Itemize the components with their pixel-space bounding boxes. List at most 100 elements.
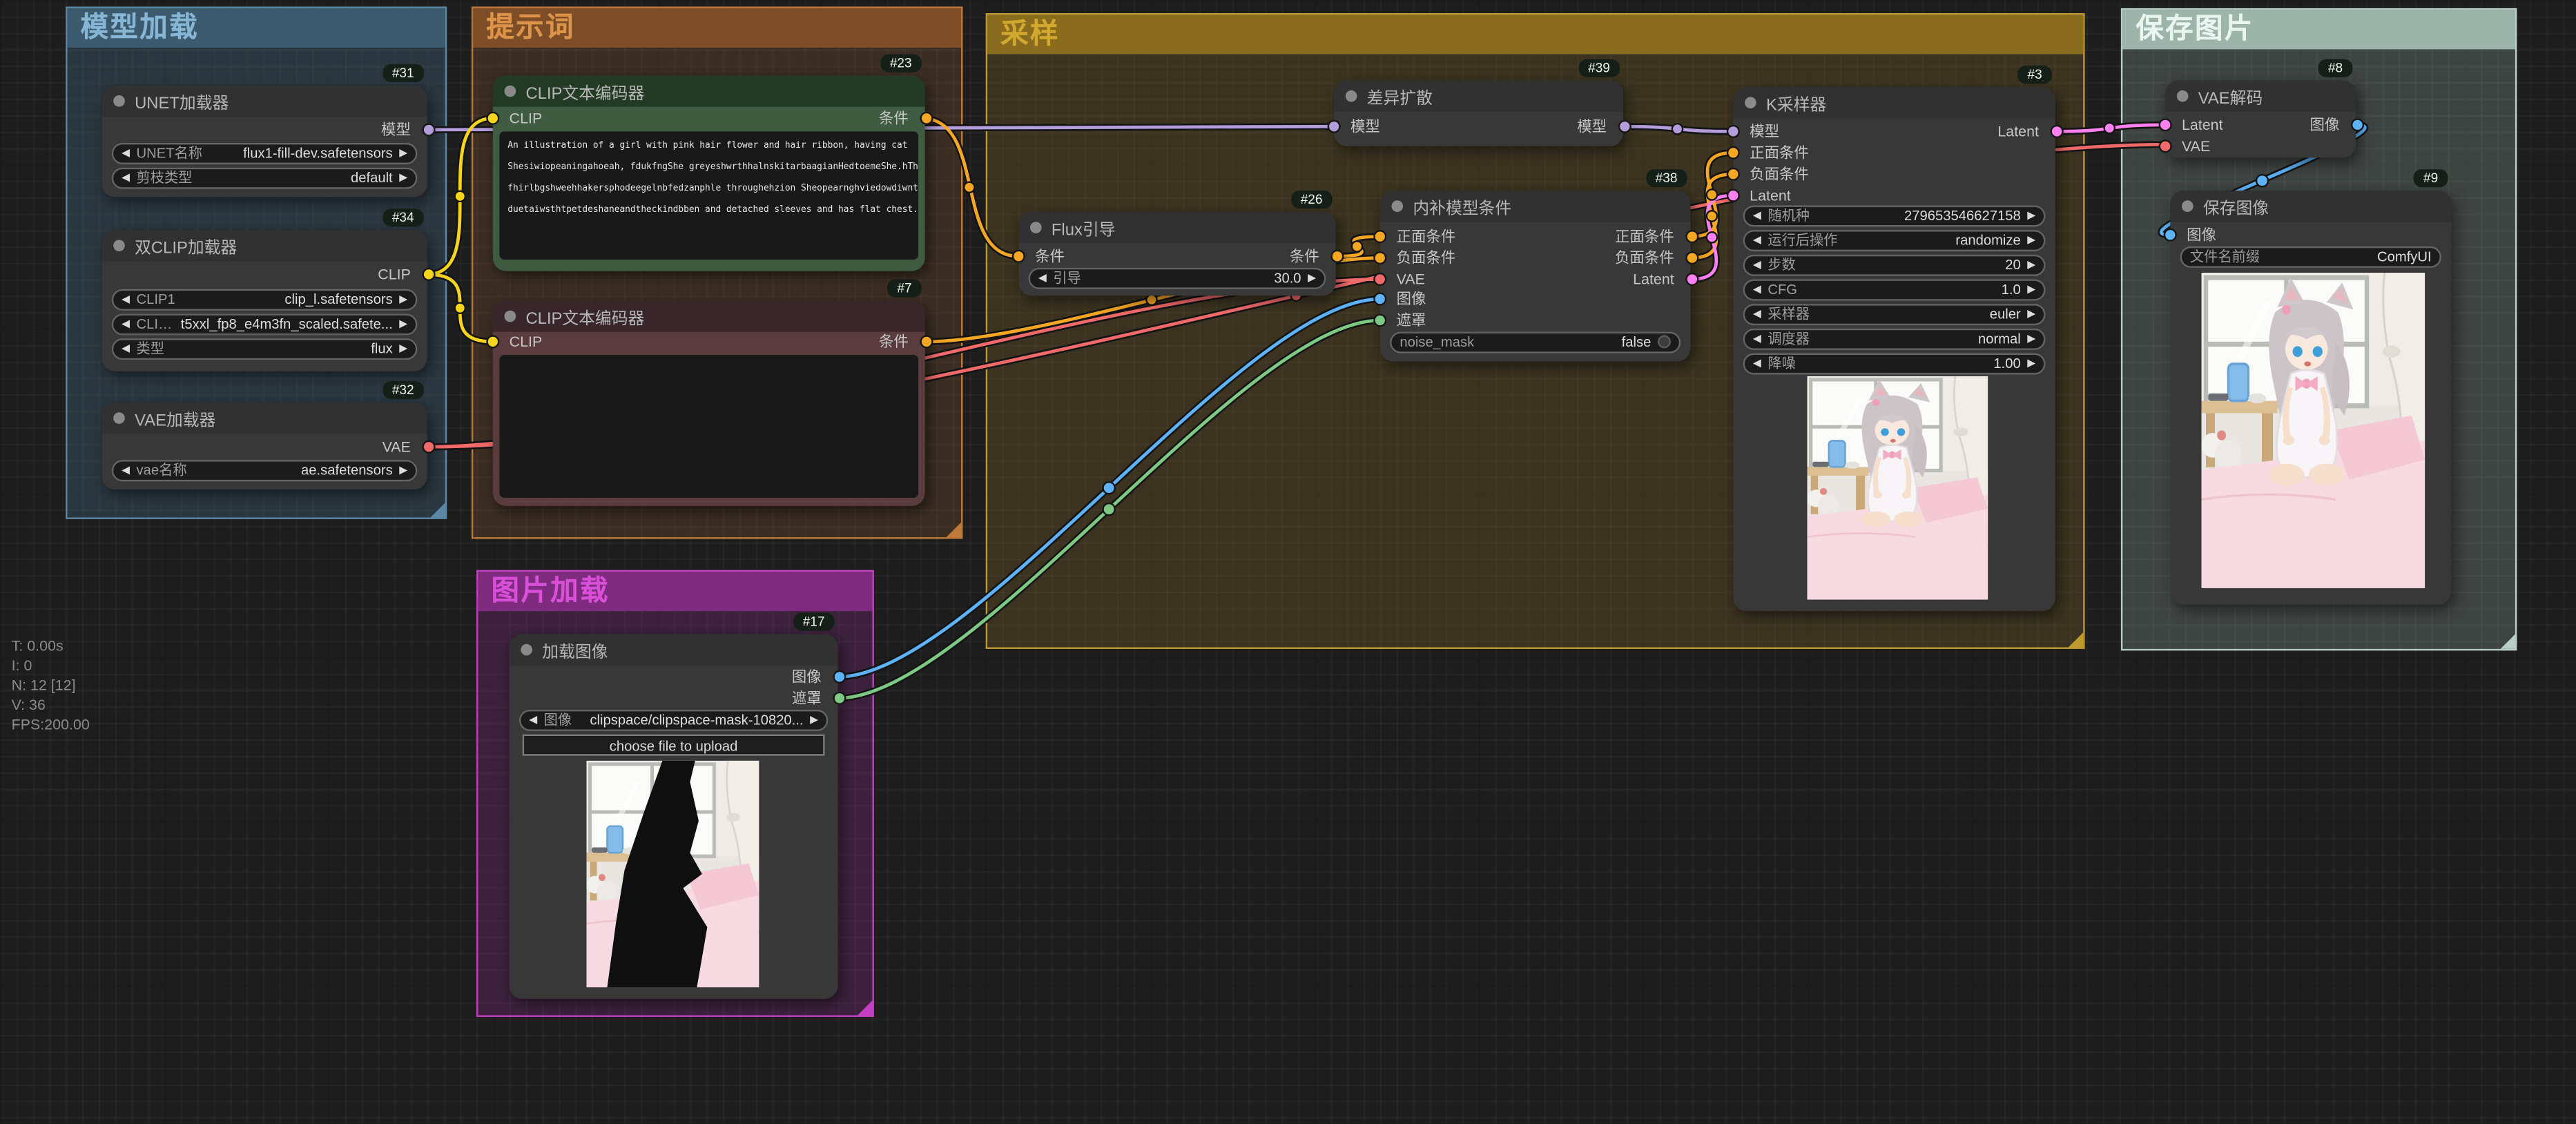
image-port-icon[interactable]: [2350, 118, 2363, 131]
collapse-dot-icon[interactable]: [113, 95, 125, 107]
node-inpaint-model-conditioning[interactable]: #38 内补模型条件 正面条件 负面条件 VAE 图像 遮罩 正面条件 负面条件…: [1380, 191, 1691, 361]
widget-sampler-name[interactable]: ◀ 采样器 euler ▶: [1743, 303, 2046, 324]
arrow-left-icon[interactable]: ◀: [122, 146, 130, 159]
node-header[interactable]: K采样器: [1733, 87, 2055, 118]
arrow-right-icon[interactable]: ▶: [2027, 332, 2035, 345]
group-title[interactable]: 模型加载: [68, 8, 445, 48]
arrow-left-icon[interactable]: ◀: [122, 463, 130, 476]
arrow-right-icon[interactable]: ▶: [399, 293, 407, 306]
collapse-dot-icon[interactable]: [2182, 200, 2194, 212]
node-header[interactable]: CLIP文本编码器: [493, 75, 925, 106]
collapse-dot-icon[interactable]: [1745, 97, 1756, 108]
widget-scheduler[interactable]: ◀ 调度器 normal ▶: [1743, 328, 2046, 349]
node-header[interactable]: 双CLIP加载器: [102, 230, 427, 261]
arrow-right-icon[interactable]: ▶: [2027, 209, 2035, 222]
arrow-right-icon[interactable]: ▶: [2027, 258, 2035, 271]
arrow-right-icon[interactable]: ▶: [2027, 233, 2035, 246]
node-ksampler[interactable]: #3 K采样器 模型 正面条件 负面条件 Latent Latent ◀ 随机种…: [1733, 87, 2055, 611]
conditioning-port-icon[interactable]: [1330, 250, 1343, 263]
widget-weight-dtype[interactable]: ◀ 剪枝类型 default ▶: [112, 167, 418, 188]
node-header[interactable]: 差异扩散: [1334, 81, 1623, 112]
collapse-dot-icon[interactable]: [1030, 222, 1042, 233]
collapse-dot-icon[interactable]: [113, 412, 125, 424]
node-differential-diffusion[interactable]: #39 差异扩散 模型 模型: [1334, 81, 1623, 146]
arrow-left-icon[interactable]: ◀: [1753, 258, 1761, 271]
collapse-dot-icon[interactable]: [505, 311, 516, 322]
arrow-left-icon[interactable]: ◀: [1753, 307, 1761, 320]
widget-control-after-generate[interactable]: ◀ 运行后操作 randomize ▶: [1743, 229, 2046, 251]
arrow-right-icon[interactable]: ▶: [2027, 282, 2035, 295]
arrow-right-icon[interactable]: ▶: [399, 171, 407, 184]
collapse-dot-icon[interactable]: [113, 240, 125, 251]
mask-port-icon[interactable]: [832, 692, 845, 705]
arrow-left-icon[interactable]: ◀: [122, 171, 130, 184]
arrow-right-icon[interactable]: ▶: [399, 342, 407, 355]
arrow-left-icon[interactable]: ◀: [1753, 332, 1761, 345]
node-header[interactable]: VAE解码: [2165, 81, 2356, 112]
collapse-dot-icon[interactable]: [505, 86, 516, 97]
arrow-right-icon[interactable]: ▶: [399, 317, 407, 330]
node-header[interactable]: VAE加载器: [102, 403, 427, 434]
arrow-left-icon[interactable]: ◀: [122, 317, 130, 330]
node-vae-loader[interactable]: #32 VAE加载器 VAE ◀ vae名称 ae.safetensors ▶: [102, 403, 427, 490]
conditioning-port-icon[interactable]: [1685, 230, 1698, 243]
arrow-left-icon[interactable]: ◀: [122, 342, 130, 355]
collapse-dot-icon[interactable]: [1391, 200, 1403, 212]
arrow-left-icon[interactable]: ◀: [529, 713, 537, 726]
model-port-icon[interactable]: [1618, 120, 1631, 133]
widget-image-file[interactable]: ◀ 图像 clipspace/clipspace-mask-10820... ▶: [519, 709, 828, 730]
vae-port-icon[interactable]: [421, 440, 434, 454]
widget-clip-type[interactable]: ◀ 类型 flux ▶: [112, 338, 418, 359]
latent-port-icon[interactable]: [1685, 273, 1698, 286]
group-title[interactable]: 图片加载: [478, 572, 872, 611]
arrow-left-icon[interactable]: ◀: [1753, 282, 1761, 295]
widget-steps[interactable]: ◀ 步数 20 ▶: [1743, 254, 2046, 275]
node-clip-text-encode-negative[interactable]: #7 CLIP文本编码器 CLIP 条件: [493, 300, 925, 505]
node-header[interactable]: 加载图像: [510, 634, 838, 665]
group-title[interactable]: 保存图片: [2122, 10, 2515, 49]
widget-guidance[interactable]: ◀ 引导 30.0 ▶: [1029, 267, 1326, 289]
widget-vae-name[interactable]: ◀ vae名称 ae.safetensors ▶: [112, 459, 418, 481]
widget-filename-prefix[interactable]: 文件名前缀 ComfyUI: [2180, 246, 2441, 267]
node-header[interactable]: CLIP文本编码器: [493, 300, 925, 331]
widget-clip2[interactable]: ◀ CLIP2 t5xxl_fp8_e4m3fn_scaled.safete..…: [112, 313, 418, 334]
widget-seed[interactable]: ◀ 随机种 279653546627158 ▶: [1743, 204, 2046, 226]
group-title[interactable]: 提示词: [473, 8, 961, 48]
group-title[interactable]: 采样: [987, 14, 2083, 54]
arrow-right-icon[interactable]: ▶: [2027, 356, 2035, 369]
clip-port-icon[interactable]: [421, 268, 434, 281]
widget-clip1[interactable]: ◀ CLIP1 clip_l.safetensors ▶: [112, 289, 418, 310]
collapse-dot-icon[interactable]: [2177, 90, 2189, 102]
graph-canvas[interactable]: 模型加载 提示词 采样 图片加载 保存图片: [0, 0, 2576, 1123]
collapse-dot-icon[interactable]: [521, 644, 532, 656]
node-save-image[interactable]: #9 保存图像 图像 文件名前缀 ComfyUI: [2170, 191, 2451, 605]
node-unet-loader[interactable]: #31 UNET加载器 模型 ◀ UNET名称 flux1-fill-dev.s…: [102, 86, 427, 197]
latent-port-icon[interactable]: [2049, 125, 2062, 138]
node-header[interactable]: Flux引导: [1018, 212, 1335, 243]
arrow-right-icon[interactable]: ▶: [399, 146, 407, 159]
arrow-left-icon[interactable]: ◀: [1038, 271, 1047, 284]
widget-unet-name[interactable]: ◀ UNET名称 flux1-fill-dev.safetensors ▶: [112, 142, 418, 164]
node-flux-guidance[interactable]: #26 Flux引导 条件 条件 ◀ 引导 30.0 ▶: [1018, 212, 1335, 295]
prompt-textarea[interactable]: An illustration of a girl with pink hair…: [499, 131, 918, 260]
arrow-left-icon[interactable]: ◀: [1753, 356, 1761, 369]
arrow-right-icon[interactable]: ▶: [1308, 271, 1316, 284]
collapse-dot-icon[interactable]: [1346, 90, 1357, 102]
arrow-left-icon[interactable]: ◀: [122, 293, 130, 306]
arrow-right-icon[interactable]: ▶: [399, 463, 407, 476]
image-port-icon[interactable]: [832, 670, 845, 684]
widget-denoise[interactable]: ◀ 降噪 1.00 ▶: [1743, 352, 2046, 374]
arrow-left-icon[interactable]: ◀: [1753, 209, 1761, 222]
conditioning-port-icon[interactable]: [919, 112, 932, 125]
node-dualclip-loader[interactable]: #34 双CLIP加载器 CLIP ◀ CLIP1 clip_l.safeten…: [102, 230, 427, 371]
node-header[interactable]: 保存图像: [2170, 191, 2451, 222]
arrow-right-icon[interactable]: ▶: [810, 713, 818, 726]
prompt-textarea-empty[interactable]: [499, 355, 918, 498]
arrow-right-icon[interactable]: ▶: [2027, 307, 2035, 320]
conditioning-port-icon[interactable]: [919, 335, 932, 348]
arrow-left-icon[interactable]: ◀: [1753, 233, 1761, 246]
widget-noise-mask[interactable]: noise_mask false: [1390, 331, 1681, 352]
model-port-icon[interactable]: [421, 123, 434, 136]
node-clip-text-encode-positive[interactable]: #23 CLIP文本编码器 CLIP 条件 An illustration of…: [493, 75, 925, 271]
node-header[interactable]: UNET加载器: [102, 86, 427, 117]
